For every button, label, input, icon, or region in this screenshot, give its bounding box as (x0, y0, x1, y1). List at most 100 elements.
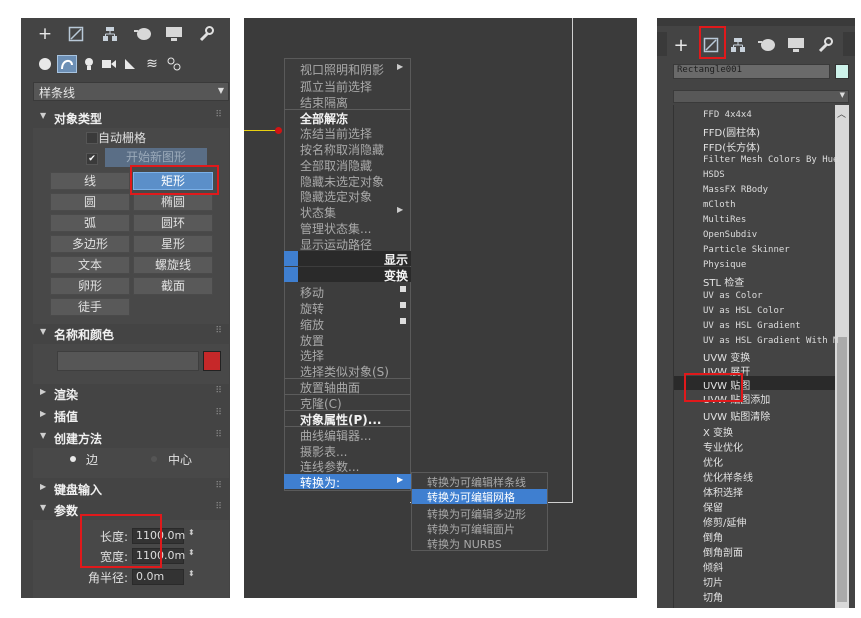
create-tab-plus-icon[interactable]: + (671, 35, 691, 56)
object-name-field[interactable]: Rectangle001 (673, 64, 830, 79)
submenu-item-nurbs[interactable]: 转换为 NURBS (427, 536, 502, 552)
freehand-button[interactable]: 徒手 (50, 298, 130, 316)
modifier-item[interactable]: MultiRes (703, 215, 746, 225)
corner-radius-spinner-field[interactable]: 0.0m (132, 569, 184, 585)
drag-handle-icon[interactable]: ⠿ (215, 430, 222, 440)
menu-item-freeze-selection[interactable]: 冻结当前选择 (300, 125, 372, 142)
keyboard-entry-rollout-header[interactable]: ▶ 键盘输入 ⠿ (33, 479, 229, 499)
display-tab-icon[interactable] (786, 35, 806, 55)
cameras-icon[interactable] (99, 55, 119, 73)
modifier-item[interactable]: UVW 贴图清除 (703, 408, 770, 423)
drag-handle-icon[interactable]: ⠿ (215, 502, 222, 512)
object-color-swatch[interactable] (203, 351, 221, 371)
category-dropdown[interactable]: 样条线 ▼ (33, 82, 229, 101)
create-tab-plus-icon[interactable]: + (34, 23, 56, 45)
arc-button[interactable]: 弧 (50, 214, 130, 232)
modifier-list-dropdown[interactable]: ▼ (673, 90, 849, 103)
menu-item-move[interactable]: 移动 (300, 284, 324, 301)
hierarchy-tab-icon[interactable] (728, 35, 748, 55)
modifier-item[interactable]: 体积选择 (703, 484, 743, 499)
modifier-item[interactable]: 切片 (703, 574, 723, 589)
spacewarps-icon[interactable]: ≋ (142, 55, 162, 73)
modifier-item[interactable]: FFD(长方体) (703, 139, 760, 154)
menu-item-wire-parameters[interactable]: 连线参数... (300, 458, 359, 475)
utilities-tab-wrench-icon[interactable] (195, 23, 217, 45)
submenu-item-editable-mesh[interactable]: 转换为可编辑网格 (412, 489, 547, 504)
menu-item-manage-state-sets[interactable]: 管理状态集... (300, 220, 371, 237)
autogrid-checkbox[interactable] (86, 132, 98, 144)
donut-button[interactable]: 圆环 (133, 214, 213, 232)
menu-item-unhide-by-name[interactable]: 按名称取消隐藏 (300, 141, 384, 158)
display-tab-icon[interactable] (163, 23, 185, 45)
interpolation-rollout-header[interactable]: ▶ 插值 ⠿ (33, 406, 229, 426)
modifier-item[interactable]: 专业优化 (703, 439, 743, 454)
modifier-item[interactable]: UV as Color (703, 291, 763, 301)
shapes-icon[interactable] (57, 55, 77, 73)
motion-tab-icon[interactable] (757, 35, 777, 55)
geometry-sphere-icon[interactable] (35, 55, 55, 73)
scroll-up-chevron-icon[interactable]: ︿ (837, 107, 846, 120)
modifier-item[interactable]: 切角 (703, 589, 723, 604)
modifier-item[interactable]: X 变换 (703, 424, 733, 439)
settings-box-icon[interactable] (400, 286, 406, 292)
edge-radio[interactable] (70, 456, 76, 462)
creation-method-rollout-header[interactable]: ▼ 创建方法 ⠿ (33, 428, 229, 448)
hierarchy-tab-icon[interactable] (99, 23, 121, 45)
modifier-list-scrollbar[interactable]: ︿ (835, 105, 849, 608)
menu-item-unhide-all[interactable]: 全部取消隐藏 (300, 157, 372, 174)
spinner-arrows-icon[interactable]: ⬍ (188, 548, 195, 557)
motion-tab-icon[interactable] (132, 23, 154, 45)
text-button[interactable]: 文本 (50, 256, 130, 274)
utilities-tab-wrench-icon[interactable] (815, 35, 835, 55)
ellipse-button[interactable]: 椭圆 (133, 193, 213, 211)
settings-box-icon[interactable] (400, 302, 406, 308)
drag-handle-icon[interactable]: ⠿ (215, 481, 222, 491)
lights-bulb-icon[interactable] (79, 55, 99, 73)
modifier-item[interactable]: HSDS (703, 170, 725, 180)
modifier-item[interactable]: 倾斜 (703, 559, 723, 574)
menu-item-state-sets[interactable]: 状态集 (300, 204, 336, 221)
modify-tab-icon[interactable] (65, 23, 87, 45)
menu-item-isolate-selection[interactable]: 孤立当前选择 (300, 78, 372, 95)
object-type-rollout-header[interactable]: ▼ 对象类型 ⠿ (33, 108, 229, 128)
drag-handle-icon[interactable]: ⠿ (215, 386, 222, 396)
menu-item-select[interactable]: 选择 (300, 347, 324, 364)
ngon-button[interactable]: 多边形 (50, 235, 130, 253)
spinner-arrows-icon[interactable]: ⬍ (188, 528, 195, 537)
star-button[interactable]: 星形 (133, 235, 213, 253)
modifier-item[interactable]: UV as HSL Color (703, 306, 784, 316)
rendering-rollout-header[interactable]: ▶ 渲染 ⠿ (33, 384, 229, 404)
section-button[interactable]: 截面 (133, 277, 213, 295)
name-color-rollout-header[interactable]: ▼ 名称和颜色 ⠿ (33, 324, 229, 344)
helix-button[interactable]: 螺旋线 (133, 256, 213, 274)
menu-item-viewport-lighting[interactable]: 视口照明和阴影 (300, 61, 384, 78)
modifier-item[interactable]: MassFX RBody (703, 185, 768, 195)
modifier-item[interactable]: Physique (703, 260, 746, 270)
menu-item-scale[interactable]: 缩放 (300, 316, 324, 333)
drag-handle-icon[interactable]: ⠿ (215, 326, 222, 336)
center-radio[interactable] (151, 456, 157, 462)
systems-icon[interactable] (164, 55, 184, 73)
modifier-item[interactable]: Filter Mesh Colors By Hue (703, 155, 838, 165)
modifier-item[interactable]: 优化 (703, 454, 723, 469)
modifier-item[interactable]: mCloth (703, 200, 736, 210)
modifier-item[interactable]: FFD(圆柱体) (703, 124, 760, 139)
settings-box-icon[interactable] (400, 318, 406, 324)
modifier-item[interactable]: 修剪/延伸 (703, 514, 746, 529)
start-new-shape-checkbox[interactable]: ✔ (86, 153, 98, 165)
modifier-item[interactable]: STL 检查 (703, 274, 744, 289)
scrollbar-thumb[interactable] (837, 337, 847, 602)
modifier-item[interactable]: OpenSubdiv (703, 230, 757, 240)
menu-item-hide-selection[interactable]: 隐藏选定对象 (300, 188, 372, 205)
modifier-item[interactable]: 倒角 (703, 529, 723, 544)
line-button[interactable]: 线 (50, 172, 130, 190)
submenu-item-editable-poly[interactable]: 转换为可编辑多边形 (427, 506, 526, 522)
modifier-item[interactable]: UV as HSL Gradient With M (703, 336, 838, 346)
modifier-item[interactable]: UVW 变换 (703, 349, 750, 364)
modifier-item[interactable]: 保留 (703, 499, 723, 514)
modifier-item[interactable]: 优化样条线 (703, 469, 753, 484)
menu-item-rotate[interactable]: 旋转 (300, 300, 324, 317)
object-color-swatch[interactable] (835, 64, 849, 79)
drag-handle-icon[interactable]: ⠿ (215, 110, 222, 120)
spinner-arrows-icon[interactable]: ⬍ (188, 569, 195, 578)
